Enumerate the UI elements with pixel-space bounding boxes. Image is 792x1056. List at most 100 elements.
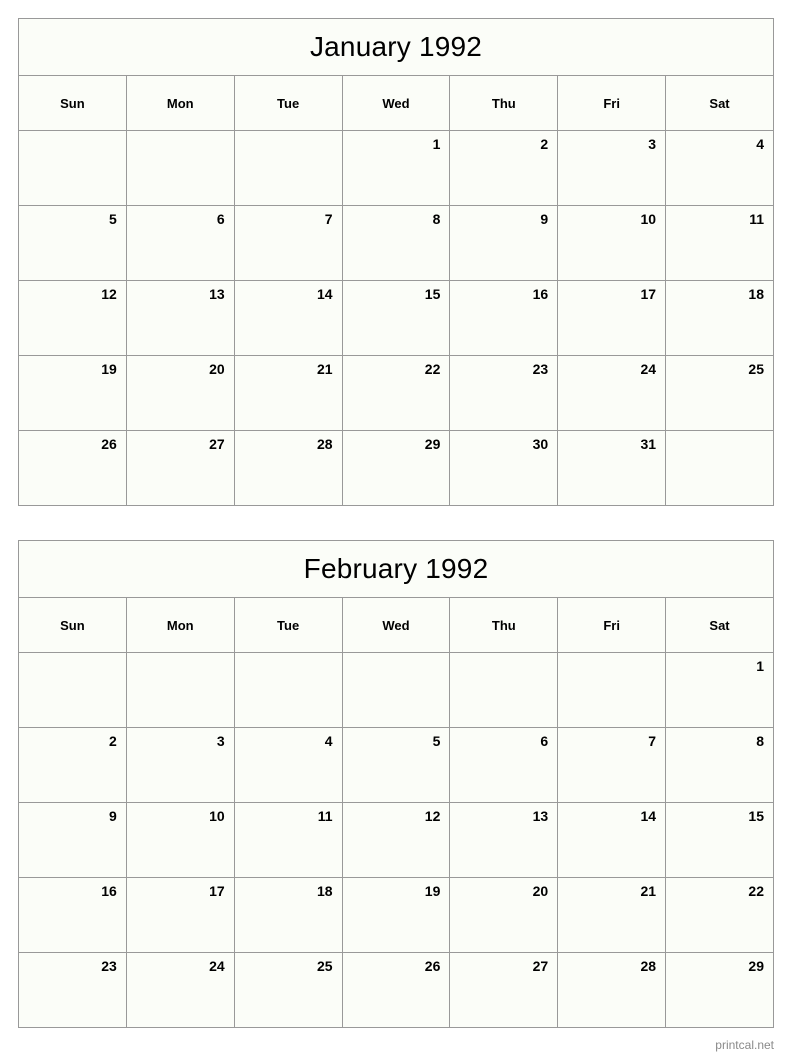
day-cell[interactable]: 3 (125, 727, 235, 803)
weekday-header-wed: Wed (341, 597, 451, 653)
calendar-week-row: 19 20 21 22 23 24 25 (18, 355, 774, 431)
day-cell[interactable]: 27 (449, 952, 559, 1028)
day-cell[interactable] (18, 130, 127, 206)
day-cell[interactable]: 29 (341, 430, 451, 506)
day-number: 30 (532, 436, 549, 452)
day-cell[interactable]: 6 (125, 205, 235, 281)
day-cell[interactable]: 24 (125, 952, 235, 1028)
day-number: 3 (216, 733, 225, 749)
day-cell[interactable]: 19 (341, 877, 451, 953)
day-cell[interactable]: 7 (557, 727, 667, 803)
day-cell[interactable]: 2 (18, 727, 127, 803)
day-cell[interactable]: 18 (233, 877, 343, 953)
day-cell[interactable]: 31 (557, 430, 667, 506)
day-number: 15 (424, 286, 441, 302)
day-cell[interactable] (449, 652, 559, 728)
day-cell[interactable]: 4 (665, 130, 774, 206)
day-cell[interactable]: 8 (665, 727, 774, 803)
calendar-week-row: 16 17 18 19 20 21 22 (18, 877, 774, 953)
day-number: 16 (101, 883, 117, 899)
day-cell[interactable]: 26 (18, 430, 127, 506)
day-cell[interactable]: 26 (341, 952, 451, 1028)
day-cell[interactable]: 22 (341, 355, 451, 431)
day-cell[interactable]: 17 (557, 280, 667, 356)
day-cell[interactable]: 15 (341, 280, 451, 356)
day-cell[interactable]: 22 (665, 877, 774, 953)
day-cell[interactable] (233, 652, 343, 728)
day-cell[interactable]: 21 (233, 355, 343, 431)
day-cell[interactable]: 19 (18, 355, 127, 431)
day-cell[interactable] (233, 130, 343, 206)
day-cell[interactable]: 28 (557, 952, 667, 1028)
day-cell[interactable]: 5 (341, 727, 451, 803)
day-cell[interactable]: 20 (125, 355, 235, 431)
day-number: 4 (756, 136, 764, 152)
day-cell[interactable]: 11 (233, 802, 343, 878)
day-cell[interactable] (125, 130, 235, 206)
day-cell[interactable]: 14 (233, 280, 343, 356)
day-cell[interactable]: 20 (449, 877, 559, 953)
day-cell[interactable]: 16 (449, 280, 559, 356)
day-cell[interactable]: 15 (665, 802, 774, 878)
day-cell[interactable]: 7 (233, 205, 343, 281)
day-number: 3 (648, 136, 657, 152)
day-cell[interactable]: 1 (341, 130, 451, 206)
calendar-february-weekday-row: Sun Mon Tue Wed Thu Fri Sat (18, 597, 774, 653)
day-cell[interactable]: 23 (449, 355, 559, 431)
day-cell[interactable]: 27 (125, 430, 235, 506)
day-number: 21 (316, 361, 333, 377)
weekday-header-sat: Sat (665, 75, 774, 131)
day-cell[interactable]: 21 (557, 877, 667, 953)
day-number: 26 (101, 436, 117, 452)
day-cell[interactable]: 30 (449, 430, 559, 506)
day-cell[interactable]: 1 (665, 652, 774, 728)
day-cell[interactable] (665, 430, 774, 506)
day-cell[interactable]: 4 (233, 727, 343, 803)
day-number: 31 (640, 436, 657, 452)
day-cell[interactable] (125, 652, 235, 728)
day-cell[interactable]: 12 (18, 280, 127, 356)
weekday-header-thu: Thu (449, 597, 559, 653)
day-number: 27 (209, 436, 225, 452)
day-number (558, 653, 665, 659)
day-cell[interactable]: 18 (665, 280, 774, 356)
day-cell[interactable] (557, 652, 667, 728)
day-cell[interactable]: 14 (557, 802, 667, 878)
day-cell[interactable] (341, 652, 451, 728)
day-number: 14 (316, 286, 333, 302)
day-number: 9 (109, 808, 117, 824)
day-cell[interactable]: 25 (665, 355, 774, 431)
day-cell[interactable]: 17 (125, 877, 235, 953)
day-cell[interactable]: 9 (449, 205, 559, 281)
day-cell[interactable]: 24 (557, 355, 667, 431)
weekday-header-sat: Sat (665, 597, 774, 653)
day-cell[interactable]: 10 (125, 802, 235, 878)
day-number: 17 (640, 286, 657, 302)
day-cell[interactable]: 28 (233, 430, 343, 506)
day-cell[interactable]: 3 (557, 130, 667, 206)
day-cell[interactable]: 8 (341, 205, 451, 281)
day-cell[interactable]: 16 (18, 877, 127, 953)
day-cell[interactable]: 12 (341, 802, 451, 878)
day-cell[interactable]: 13 (125, 280, 235, 356)
day-number: 28 (316, 436, 333, 452)
day-cell[interactable] (18, 652, 127, 728)
day-cell[interactable]: 29 (665, 952, 774, 1028)
day-number (19, 653, 126, 659)
calendar-february-title-row: February 1992 (18, 540, 774, 598)
day-cell[interactable]: 23 (18, 952, 127, 1028)
day-cell[interactable]: 5 (18, 205, 127, 281)
day-cell[interactable]: 2 (449, 130, 559, 206)
day-number: 11 (317, 808, 333, 824)
calendar-week-row: 5 6 7 8 9 10 11 (18, 205, 774, 281)
weekday-header-sun: Sun (18, 75, 127, 131)
day-cell[interactable]: 6 (449, 727, 559, 803)
day-number: 29 (748, 958, 764, 974)
day-cell[interactable]: 9 (18, 802, 127, 878)
day-number (127, 131, 234, 137)
day-cell[interactable]: 25 (233, 952, 343, 1028)
day-cell[interactable]: 11 (665, 205, 774, 281)
day-cell[interactable]: 13 (449, 802, 559, 878)
day-cell[interactable]: 10 (557, 205, 667, 281)
day-number: 23 (101, 958, 117, 974)
